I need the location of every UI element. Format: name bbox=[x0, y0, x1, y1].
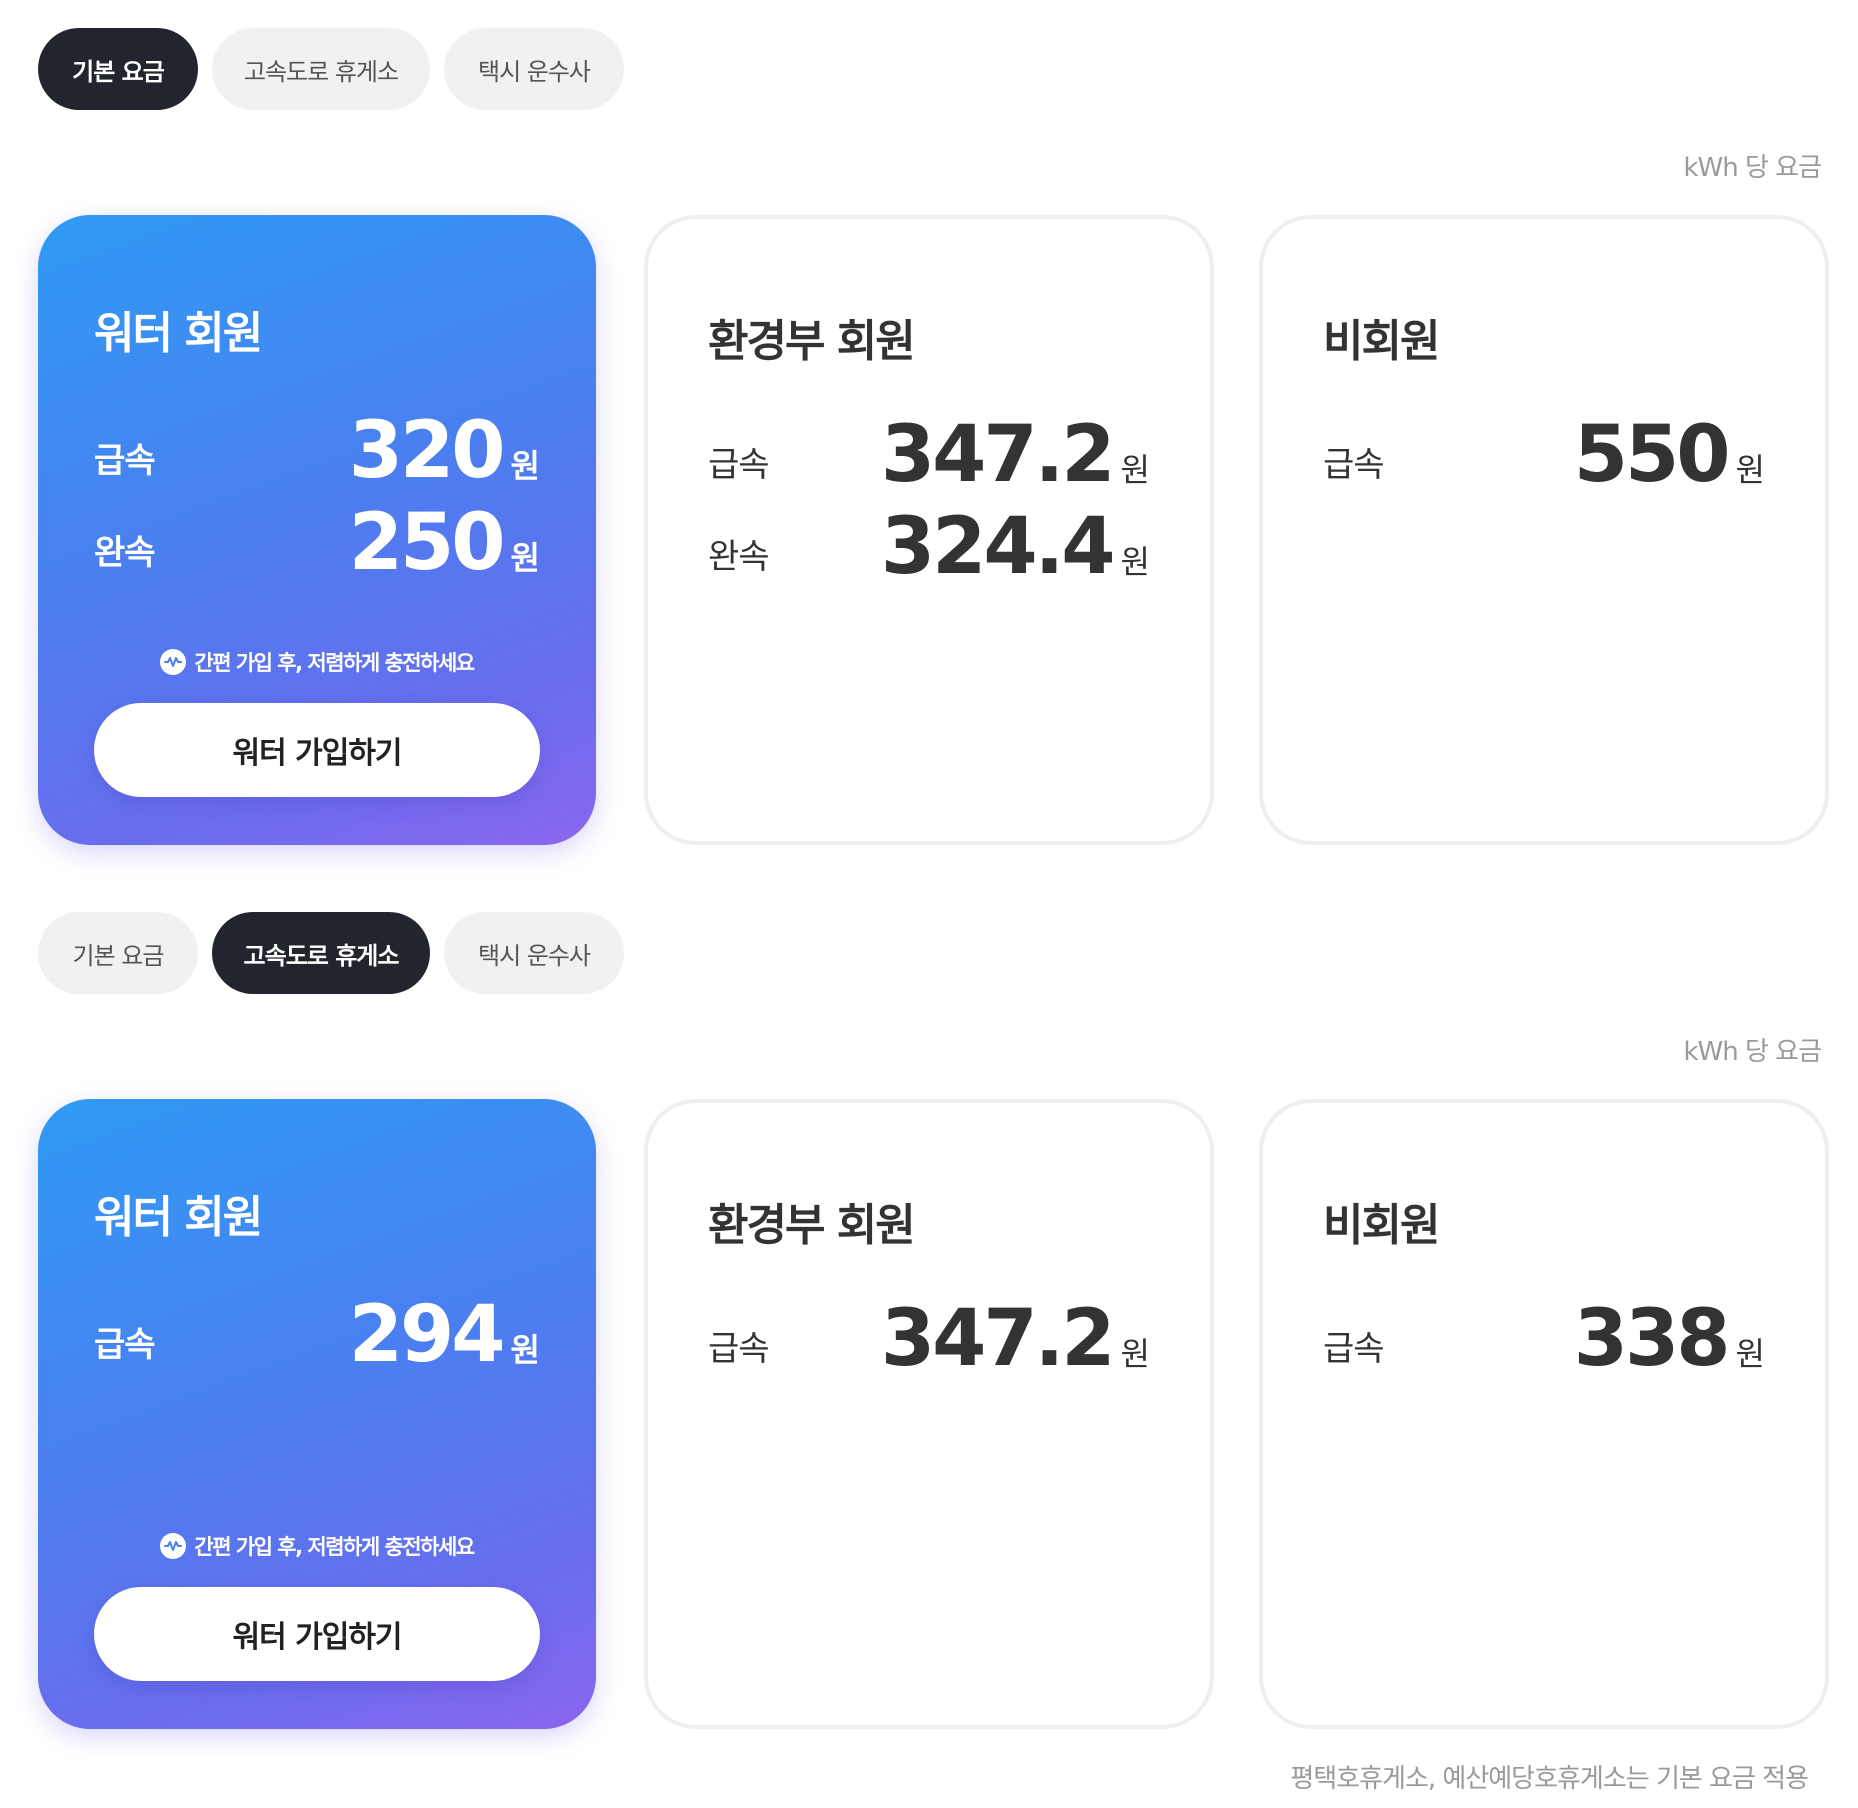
price-row-fast: 급속 347.2 원 bbox=[708, 415, 1150, 495]
card-title: 환경부 회원 bbox=[708, 1200, 916, 1251]
price-value: 250 bbox=[348, 498, 506, 588]
card-title: 워터 회원 bbox=[94, 308, 263, 359]
fee-tabs: 기본 요금 고속도로 휴게소 택시 운수사 bbox=[38, 912, 624, 994]
water-logo-icon bbox=[160, 1533, 187, 1559]
price-value: 550 bbox=[1573, 410, 1731, 500]
card-title: 환경부 회원 bbox=[708, 316, 916, 367]
tab-taxi-company[interactable]: 택시 운수사 bbox=[444, 28, 624, 110]
price-unit: 원 bbox=[510, 447, 540, 485]
promo-text: 간편 가입 후, 저렴하게 충전하세요 bbox=[194, 1535, 475, 1559]
price-unit: 원 bbox=[1735, 451, 1765, 489]
price-label: 완속 bbox=[708, 537, 770, 577]
price-row-fast: 급속 338 원 bbox=[1323, 1299, 1765, 1379]
unit-note: kWh 당 요금 bbox=[1683, 153, 1822, 183]
price-value: 320 bbox=[348, 406, 506, 496]
price-label: 급속 bbox=[94, 441, 156, 481]
env-ministry-member-card: 환경부 회원 급속 347.2 원 완속 324.4 원 bbox=[644, 215, 1214, 845]
water-join-button[interactable]: 워터 가입하기 bbox=[94, 703, 540, 797]
price-unit: 원 bbox=[1120, 451, 1150, 489]
rest-area-footnote: 평택호휴게소, 예산예당호휴게소는 기본 요금 적용 bbox=[1290, 1764, 1809, 1794]
price-row-fast: 급속 550 원 bbox=[1323, 415, 1765, 495]
non-member-card: 비회원 급속 550 원 bbox=[1259, 215, 1829, 845]
price-label: 급속 bbox=[1323, 445, 1385, 485]
non-member-card: 비회원 급속 338 원 bbox=[1259, 1099, 1829, 1729]
tab-highway-rest-area[interactable]: 고속도로 휴게소 bbox=[212, 28, 430, 110]
tab-basic-fee[interactable]: 기본 요금 bbox=[38, 912, 198, 994]
tab-taxi-company[interactable]: 택시 운수사 bbox=[444, 912, 624, 994]
price-row-fast: 급속 347.2 원 bbox=[708, 1299, 1150, 1379]
card-title: 비회원 bbox=[1323, 316, 1440, 367]
price-label: 급속 bbox=[94, 1325, 156, 1365]
price-row-fast: 급속 294 원 bbox=[94, 1295, 540, 1375]
env-ministry-member-card: 환경부 회원 급속 347.2 원 bbox=[644, 1099, 1214, 1729]
price-label: 완속 bbox=[94, 533, 156, 573]
tab-highway-rest-area[interactable]: 고속도로 휴게소 bbox=[212, 912, 430, 994]
water-join-button[interactable]: 워터 가입하기 bbox=[94, 1587, 540, 1681]
price-value: 324.4 bbox=[880, 502, 1116, 592]
price-label: 급속 bbox=[708, 1329, 770, 1369]
water-member-card: 워터 회원 급속 294 원 간편 가입 후, 저렴하게 충전하세요 워터 가입… bbox=[38, 1099, 596, 1729]
price-value: 347.2 bbox=[880, 410, 1116, 500]
water-member-card: 워터 회원 급속 320 원 완속 250 원 간편 가입 후, 저렴하게 충전… bbox=[38, 215, 596, 845]
price-row-slow: 완속 250 원 bbox=[94, 503, 540, 583]
price-row-slow: 완속 324.4 원 bbox=[708, 507, 1150, 587]
price-unit: 원 bbox=[1120, 543, 1150, 581]
card-title: 워터 회원 bbox=[94, 1192, 263, 1243]
price-unit: 원 bbox=[510, 1331, 540, 1369]
price-unit: 원 bbox=[1120, 1335, 1150, 1373]
price-unit: 원 bbox=[510, 539, 540, 577]
price-label: 급속 bbox=[708, 445, 770, 485]
promo-message: 간편 가입 후, 저렴하게 충전하세요 bbox=[38, 647, 596, 677]
unit-note: kWh 당 요금 bbox=[1683, 1037, 1822, 1067]
tab-basic-fee[interactable]: 기본 요금 bbox=[38, 28, 198, 110]
price-label: 급속 bbox=[1323, 1329, 1385, 1369]
water-logo-icon bbox=[160, 649, 187, 675]
price-row-fast: 급속 320 원 bbox=[94, 411, 540, 491]
price-value: 347.2 bbox=[880, 1294, 1116, 1384]
price-value: 338 bbox=[1573, 1294, 1731, 1384]
promo-message: 간편 가입 후, 저렴하게 충전하세요 bbox=[38, 1531, 596, 1561]
price-unit: 원 bbox=[1735, 1335, 1765, 1373]
fee-tabs: 기본 요금 고속도로 휴게소 택시 운수사 bbox=[38, 28, 624, 110]
card-title: 비회원 bbox=[1323, 1200, 1440, 1251]
price-value: 294 bbox=[348, 1290, 506, 1380]
promo-text: 간편 가입 후, 저렴하게 충전하세요 bbox=[194, 651, 475, 675]
